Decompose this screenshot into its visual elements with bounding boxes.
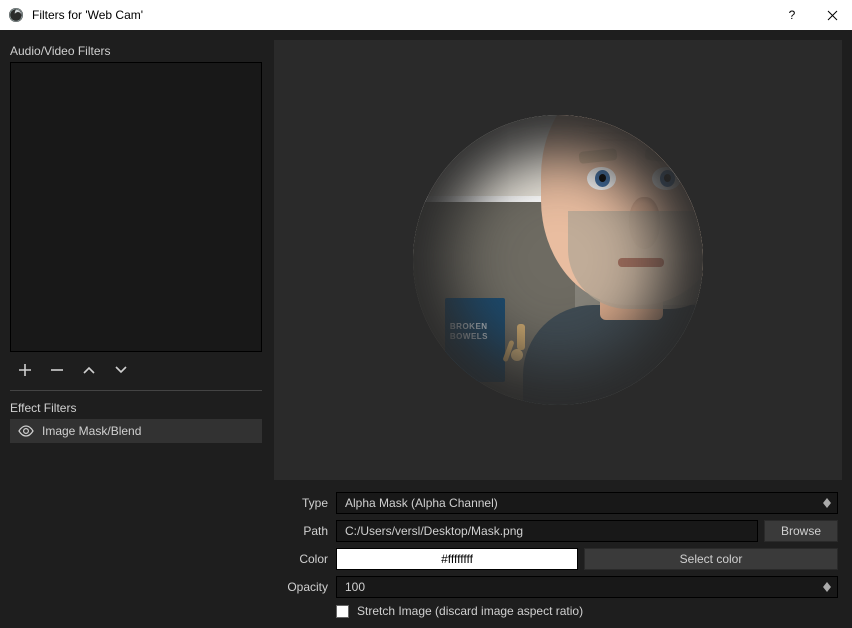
add-filter-button[interactable] [16, 361, 34, 379]
color-value: #ffffffff [441, 552, 473, 566]
divider [10, 390, 262, 391]
type-label: Type [274, 496, 328, 510]
svg-text:?: ? [789, 9, 796, 21]
obs-logo-icon [8, 7, 24, 23]
visibility-toggle-icon[interactable] [18, 423, 34, 439]
audio-video-filters-label: Audio/Video Filters [10, 40, 262, 62]
book-prop: BROKEN BOWELS [445, 298, 505, 382]
move-filter-up-button[interactable] [80, 361, 98, 379]
person [500, 115, 703, 405]
titlebar: Filters for 'Web Cam' ? [0, 0, 852, 30]
effect-filters-label: Effect Filters [10, 397, 262, 419]
stretch-image-label: Stretch Image (discard image aspect rati… [357, 604, 583, 618]
opacity-value: 100 [345, 580, 365, 594]
path-label: Path [274, 524, 328, 538]
filters-sidebar: Audio/Video Filters Effect Filters [10, 40, 262, 618]
filter-preview: BROKEN BOWELS [274, 40, 842, 480]
filters-toolbar [10, 356, 262, 384]
stretch-image-checkbox[interactable] [336, 605, 349, 618]
rubiks-cube-prop [526, 368, 554, 396]
close-button[interactable] [812, 0, 852, 30]
color-label: Color [274, 552, 328, 566]
audio-video-filters-list[interactable] [10, 62, 262, 352]
filter-details: BROKEN BOWELS [274, 40, 842, 618]
window-title: Filters for 'Web Cam' [32, 8, 772, 22]
type-dropdown[interactable]: Alpha Mask (Alpha Channel) [336, 492, 838, 514]
opacity-label: Opacity [274, 580, 328, 594]
webcam-image: BROKEN BOWELS [413, 115, 703, 405]
type-value: Alpha Mask (Alpha Channel) [345, 496, 498, 510]
move-filter-down-button[interactable] [112, 361, 130, 379]
dialog-body: Audio/Video Filters Effect Filters [0, 30, 852, 628]
select-color-button[interactable]: Select color [584, 548, 838, 570]
help-button[interactable]: ? [772, 0, 812, 30]
filters-dialog: Filters for 'Web Cam' ? Audio/Video Filt… [0, 0, 852, 628]
path-value: C:/Users/versl/Desktop/Mask.png [345, 524, 523, 538]
remove-filter-button[interactable] [48, 361, 66, 379]
effect-filter-name: Image Mask/Blend [42, 424, 141, 438]
effect-filter-item[interactable]: Image Mask/Blend [10, 419, 262, 443]
spinbox-buttons-icon[interactable] [819, 578, 835, 596]
effect-filters-list[interactable]: Image Mask/Blend [10, 419, 262, 443]
color-swatch[interactable]: #ffffffff [336, 548, 578, 570]
path-input[interactable]: C:/Users/versl/Desktop/Mask.png [336, 520, 758, 542]
browse-button[interactable]: Browse [764, 520, 838, 542]
filter-properties-form: Type Alpha Mask (Alpha Channel) Path C:/… [274, 492, 842, 618]
dropdown-spinner-icon[interactable] [819, 494, 835, 512]
opacity-spinbox[interactable]: 100 [336, 576, 838, 598]
mannequin-prop [506, 324, 536, 388]
